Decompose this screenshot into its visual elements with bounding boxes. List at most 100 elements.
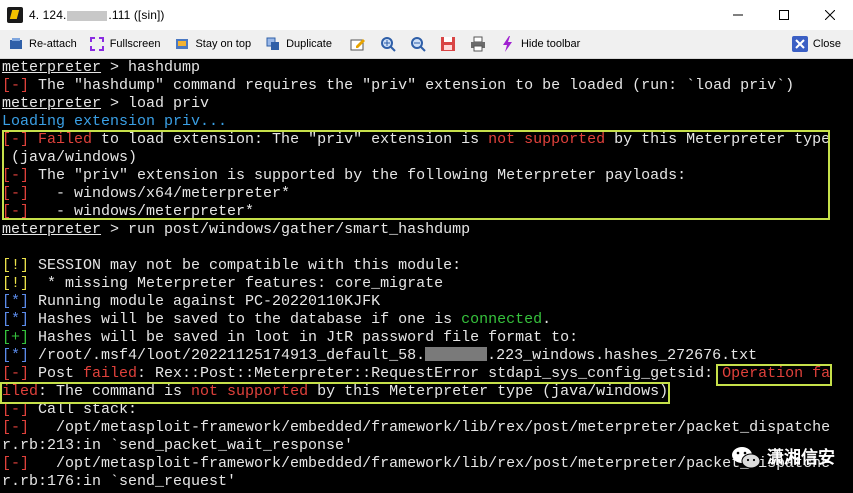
error-tag: [-] (2, 455, 30, 472)
terminal-line: [!] SESSION may not be compatible with t… (0, 257, 853, 275)
highlight-box (2, 130, 830, 220)
redacted-block (425, 347, 488, 361)
print-button[interactable] (466, 32, 490, 56)
duplicate-label: Duplicate (286, 38, 332, 50)
title-prefix: 4. 124. (29, 8, 67, 22)
line-text: : Rex::Post::Meterpreter::RequestError s… (137, 365, 723, 382)
stay-on-top-label: Stay on top (195, 38, 252, 50)
printer-icon (470, 36, 485, 52)
terminal-line: r.rb:176:in `send_request' (0, 473, 853, 491)
info-tag: [*] (2, 311, 30, 328)
line-text: The "hashdump" command requires the "pri… (29, 77, 795, 94)
line-text: Hashes will be saved to the database if … (29, 311, 462, 328)
fullscreen-button[interactable]: Fullscreen (85, 32, 165, 56)
reattach-icon (8, 36, 24, 52)
reattach-button[interactable]: Re-attach (4, 32, 81, 56)
fullscreen-label: Fullscreen (109, 38, 161, 50)
error-tag: [-] (2, 77, 30, 94)
highlight-box (0, 382, 670, 404)
terminal-line: meterpreter > hashdump (0, 59, 853, 77)
zoom-in-icon (380, 37, 396, 52)
maximize-button[interactable] (761, 0, 807, 30)
error-tag: [-] (2, 419, 30, 436)
info-tag: [*] (2, 347, 30, 364)
terminal-line: [*] /root/.msf4/loot/20221125174913_defa… (0, 347, 853, 365)
error-tag: [-] (2, 365, 30, 382)
highlight-box (716, 364, 832, 386)
line-text: r.rb:213:in `send_packet_wait_response' (2, 437, 354, 454)
prompt: meterpreter (2, 95, 102, 112)
watermark: 潇湘信安 (731, 443, 835, 473)
stay-on-top-icon (174, 36, 190, 52)
toolbar: Re-attach Fullscreen Stay on top Duplica… (0, 30, 853, 59)
pencil-icon (350, 39, 365, 51)
zoom-in-button[interactable] (376, 32, 400, 56)
line-text: * missing Meterpreter features: core_mig… (29, 275, 444, 292)
line-text: Loading extension priv... (2, 113, 228, 130)
maximize-icon (779, 10, 789, 20)
stay-on-top-button[interactable]: Stay on top (170, 32, 255, 56)
close-session-button[interactable]: Close (788, 32, 845, 56)
terminal-line: [-] /opt/metasploit-framework/embedded/f… (0, 455, 853, 473)
duplicate-button[interactable]: Duplicate (261, 32, 336, 56)
line-text: /opt/metasploit-framework/embedded/frame… (29, 455, 831, 472)
save-button[interactable] (436, 32, 460, 56)
line-text: /root/.msf4/loot/20221125174913_default_… (29, 347, 426, 364)
warning-tag: [!] (2, 257, 30, 274)
minimize-button[interactable] (715, 0, 761, 30)
close-window-button[interactable] (807, 0, 853, 30)
info-tag: [*] (2, 293, 30, 310)
hide-toolbar-label: Hide toolbar (520, 38, 581, 50)
close-icon (825, 10, 835, 20)
line-text: r.rb:176:in `send_request' (2, 473, 237, 490)
terminal-line: [!] * missing Meterpreter features: core… (0, 275, 853, 293)
success-tag: [+] (2, 329, 30, 346)
close-session-icon (791, 36, 808, 52)
line-text: Running module against PC-20220110KJFK (29, 293, 381, 310)
prompt: meterpreter (2, 59, 102, 76)
window-controls (715, 0, 853, 30)
connected-text: connected (461, 311, 543, 328)
line-text: /opt/metasploit-framework/embedded/frame… (29, 419, 831, 436)
zoom-out-button[interactable] (406, 32, 430, 56)
redacted-block (67, 10, 108, 21)
command: > load priv (101, 95, 210, 112)
terminal-line: meterpreter > run post/windows/gather/sm… (0, 221, 853, 239)
terminal-line: [+] Hashes will be saved in loot in JtR … (0, 329, 853, 347)
command: > hashdump (101, 59, 201, 76)
zoom-out-icon (410, 37, 426, 52)
window-title: 4. 124. .111 ([sin]) (29, 8, 165, 22)
lightning-icon (500, 36, 516, 52)
title-bar: 4. 124. .111 ([sin]) (0, 0, 853, 30)
duplicate-icon (265, 36, 281, 52)
hide-toolbar-button[interactable]: Hide toolbar (496, 32, 584, 56)
close-label: Close (812, 38, 841, 50)
app-icon (7, 7, 23, 23)
line-text: Post (29, 365, 84, 382)
line-text: SESSION may not be compatible with this … (29, 257, 462, 274)
line-text: Hashes will be saved in loot in JtR pass… (29, 329, 579, 346)
command: > run post/windows/gather/smart_hashdump (101, 221, 471, 238)
terminal-output[interactable]: meterpreter > hashdump [-] The "hashdump… (0, 59, 853, 493)
save-icon (440, 37, 455, 51)
prompt: meterpreter (2, 221, 102, 238)
line-text: .223_windows.hashes_272676.txt (487, 347, 758, 364)
wechat-logo-icon (732, 447, 761, 469)
minimize-icon (733, 14, 743, 16)
reattach-label: Re-attach (29, 38, 77, 50)
title-suffix: .111 ([sin]) (108, 8, 165, 22)
terminal-line: [*] Hashes will be saved to the database… (0, 311, 853, 329)
terminal-line: [-] /opt/metasploit-framework/embedded/f… (0, 419, 853, 437)
watermark-text: 潇湘信安 (767, 448, 835, 468)
terminal-line: [-] The "hashdump" command requires the … (0, 77, 853, 95)
terminal-line: meterpreter > load priv (0, 95, 853, 113)
terminal-line: [*] Running module against PC-20220110KJ… (0, 293, 853, 311)
terminal-line: r.rb:213:in `send_packet_wait_response' (0, 437, 853, 455)
failed-text: failed (83, 365, 138, 382)
warning-tag: [!] (2, 275, 30, 292)
terminal-line: Loading extension priv... (0, 113, 853, 131)
fullscreen-icon (89, 36, 105, 52)
edit-button[interactable] (346, 32, 370, 56)
line-text: . (542, 311, 552, 328)
